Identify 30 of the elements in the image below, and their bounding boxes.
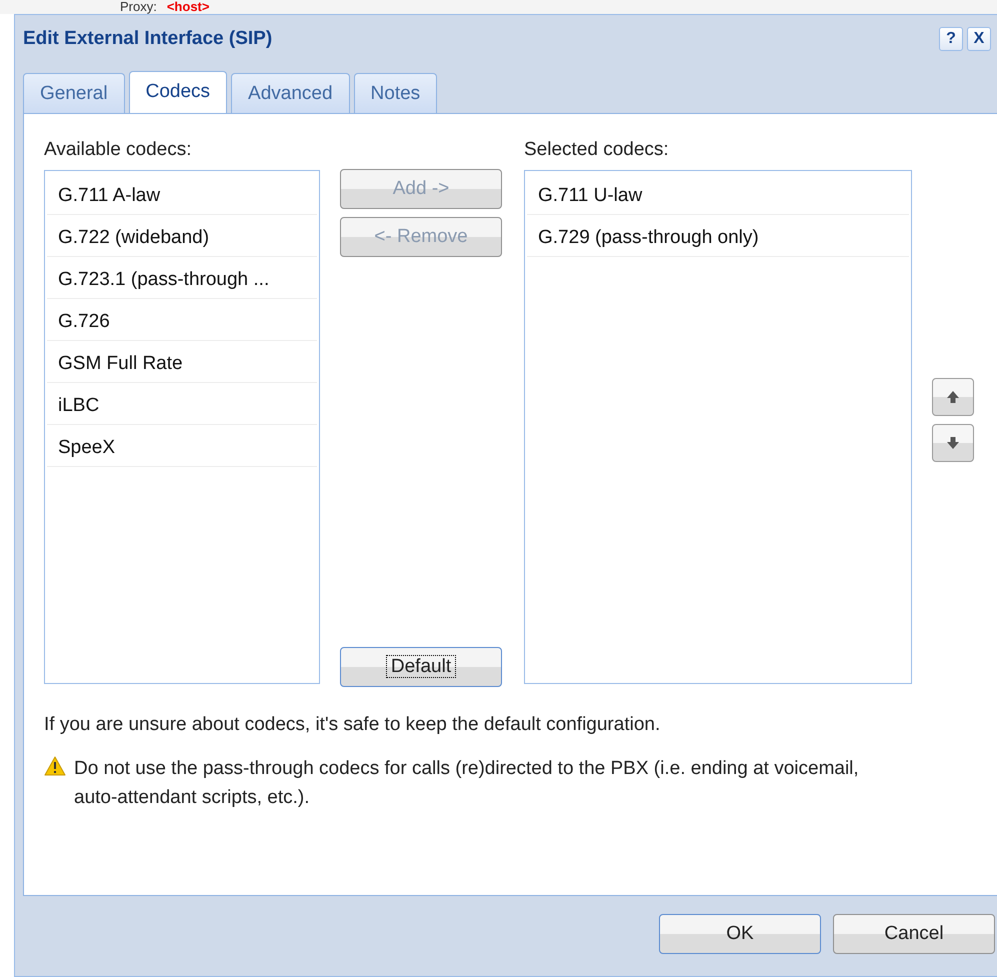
list-item[interactable]: G.723.1 (pass-through ... — [47, 256, 317, 299]
ok-button[interactable]: OK — [659, 914, 821, 954]
tab[interactable]: Notes — [354, 72, 438, 113]
list-item[interactable]: G.726 — [47, 298, 317, 341]
list-label: Selected codecs: — [524, 138, 670, 162]
tab[interactable]: General — [23, 72, 125, 113]
cancel-button[interactable]: Cancel — [833, 914, 995, 954]
help-button[interactable]: ? — [939, 26, 963, 51]
close-button[interactable]: X — [967, 26, 991, 51]
window-title: Edit External Interface (SIP) — [23, 26, 274, 51]
list-label: Available codecs: — [44, 138, 193, 162]
list-item[interactable]: G.711 U-law — [527, 172, 909, 215]
tab[interactable]: Codecs — [128, 70, 228, 114]
list-item[interactable]: iLBC — [47, 382, 317, 425]
field-value: <host> — [166, 0, 210, 14]
list-item[interactable]: G.729 (pass-through only) — [527, 214, 909, 257]
down-arrow-icon — [945, 434, 961, 451]
up-arrow-icon — [945, 388, 961, 405]
info-text: If you are unsure about codecs, it's safe to keep the default configuration. — [44, 712, 662, 737]
list-item[interactable]: SpeeX — [47, 424, 317, 467]
tab[interactable]: Advanced — [231, 72, 350, 113]
warning-icon — [44, 756, 66, 776]
warning-text: Do not use the pass-through codecs for calls (re)directed to the PBX (i.e. ending at voicemail, auto-attendant scripts, etc.). — [74, 757, 860, 810]
field-label: Proxy: — [120, 0, 157, 14]
list-item[interactable]: G.711 A-law — [47, 172, 317, 215]
default-button[interactable]: Default — [340, 646, 502, 687]
list-item[interactable]: G.722 (wideband) — [47, 214, 317, 257]
move-down-button[interactable] — [932, 424, 974, 462]
move-up-button[interactable] — [932, 378, 974, 416]
list-item[interactable]: GSM Full Rate — [47, 340, 317, 383]
